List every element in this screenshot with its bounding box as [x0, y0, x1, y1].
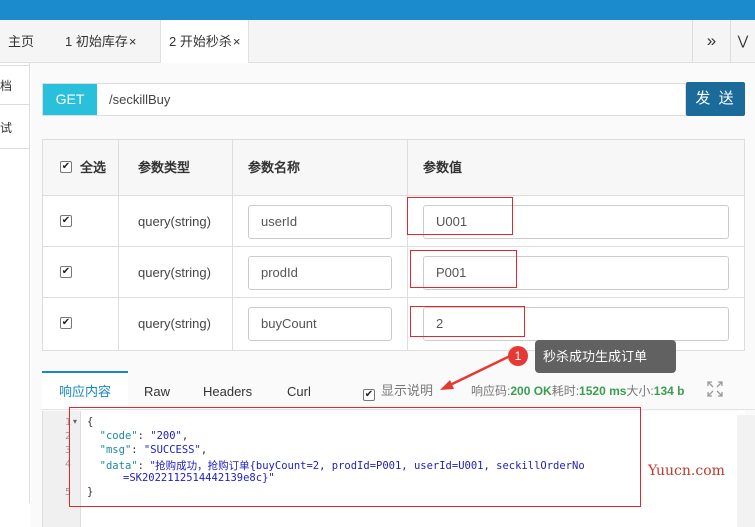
line-number: 5 — [64, 487, 71, 498]
table-row: ✔ query(string) prodId P001 — [43, 247, 744, 298]
show-description-checkbox[interactable]: ✔ — [363, 389, 375, 401]
tab-curl[interactable]: Curl — [287, 371, 311, 409]
chevron-down-icon[interactable]: ⋁ — [730, 20, 755, 63]
line-number: 4 — [64, 459, 71, 470]
row-checkbox[interactable]: ✔ — [60, 215, 72, 227]
sidebar-item-doc[interactable]: 档 — [0, 65, 30, 105]
url-input[interactable]: /seckillBuy — [109, 84, 170, 115]
header-select-all: 全选 — [80, 160, 107, 175]
header-param-name: 参数名称 — [248, 160, 301, 175]
left-sidebar: 档 试 — [0, 63, 30, 503]
highlight-box — [69, 407, 641, 507]
header-param-value: 参数值 — [423, 160, 463, 175]
tab-home-label: 主页 — [8, 34, 35, 49]
close-icon[interactable]: × — [233, 34, 241, 49]
line-number: 2 — [64, 431, 71, 442]
tab-start-seckill[interactable]: 2 开始秒杀× — [160, 20, 250, 64]
highlight-box — [407, 197, 513, 235]
main-panel: GET /seckillBuy 发 送 ✔ 全选 参数类型 参数名称 参数值 ✔… — [31, 63, 755, 527]
send-button[interactable]: 发 送 — [686, 82, 745, 116]
line-number: 3 — [64, 445, 71, 456]
params-table-header: ✔ 全选 参数类型 参数名称 参数值 — [43, 140, 744, 196]
highlight-box — [410, 306, 525, 337]
param-name-input[interactable]: userId — [248, 205, 392, 239]
header-param-type: 参数类型 — [138, 160, 191, 175]
annotation-badge: 1 — [508, 346, 528, 366]
param-type: query(string) — [138, 265, 211, 280]
line-number: 1 — [64, 417, 71, 428]
param-type: query(string) — [138, 214, 211, 229]
close-icon[interactable]: × — [129, 34, 137, 49]
highlight-box — [410, 250, 517, 288]
row-checkbox[interactable]: ✔ — [60, 266, 72, 278]
arrow-icon — [440, 354, 511, 390]
fullscreen-icon[interactable] — [707, 381, 723, 400]
divider — [0, 148, 30, 149]
time-value: 1520 ms — [579, 384, 627, 398]
time-label: 耗时: — [551, 384, 580, 398]
tab-initial-stock[interactable]: 1 初始库存× — [57, 20, 144, 63]
watermark: Yuucn.com — [648, 463, 725, 479]
params-table: ✔ 全选 参数类型 参数名称 参数值 ✔ query(string) userI… — [42, 139, 745, 351]
sidebar-item-label: 试 — [0, 121, 13, 135]
param-name-input[interactable]: prodId — [248, 256, 392, 290]
tab-home[interactable]: 主页 — [0, 20, 42, 63]
tab-start-seckill-label: 2 开始秒杀 — [169, 34, 232, 49]
url-bar: GET /seckillBuy — [42, 83, 686, 116]
tab-initial-stock-label: 1 初始库存 — [65, 34, 128, 49]
show-description-label: 显示说明 — [381, 383, 434, 398]
more-tabs-icon[interactable]: » — [692, 20, 730, 63]
tab-bar: 主页 1 初始库存× 2 开始秒杀× » ⋁ — [0, 20, 755, 64]
select-all-checkbox[interactable]: ✔ — [60, 161, 72, 173]
top-bar — [0, 0, 755, 20]
tab-response-content[interactable]: 响应内容 — [42, 371, 128, 409]
param-type: query(string) — [138, 316, 211, 331]
param-name-input[interactable]: buyCount — [248, 307, 392, 341]
scrollbar[interactable] — [737, 415, 755, 527]
row-checkbox[interactable]: ✔ — [60, 317, 72, 329]
size-label: 大小: — [626, 384, 654, 398]
table-row: ✔ query(string) userId U001 — [43, 196, 744, 247]
size-value: 134 b — [653, 384, 685, 398]
show-description-toggle[interactable]: ✔ 显示说明 — [363, 371, 433, 411]
method-badge[interactable]: GET — [43, 84, 97, 115]
tab-headers[interactable]: Headers — [203, 371, 252, 409]
tab-raw[interactable]: Raw — [144, 371, 170, 409]
annotation-callout: 秒杀成功生成订单 — [535, 340, 676, 373]
sidebar-item-debug[interactable]: 试 — [0, 108, 30, 148]
sidebar-item-label: 档 — [0, 79, 13, 93]
